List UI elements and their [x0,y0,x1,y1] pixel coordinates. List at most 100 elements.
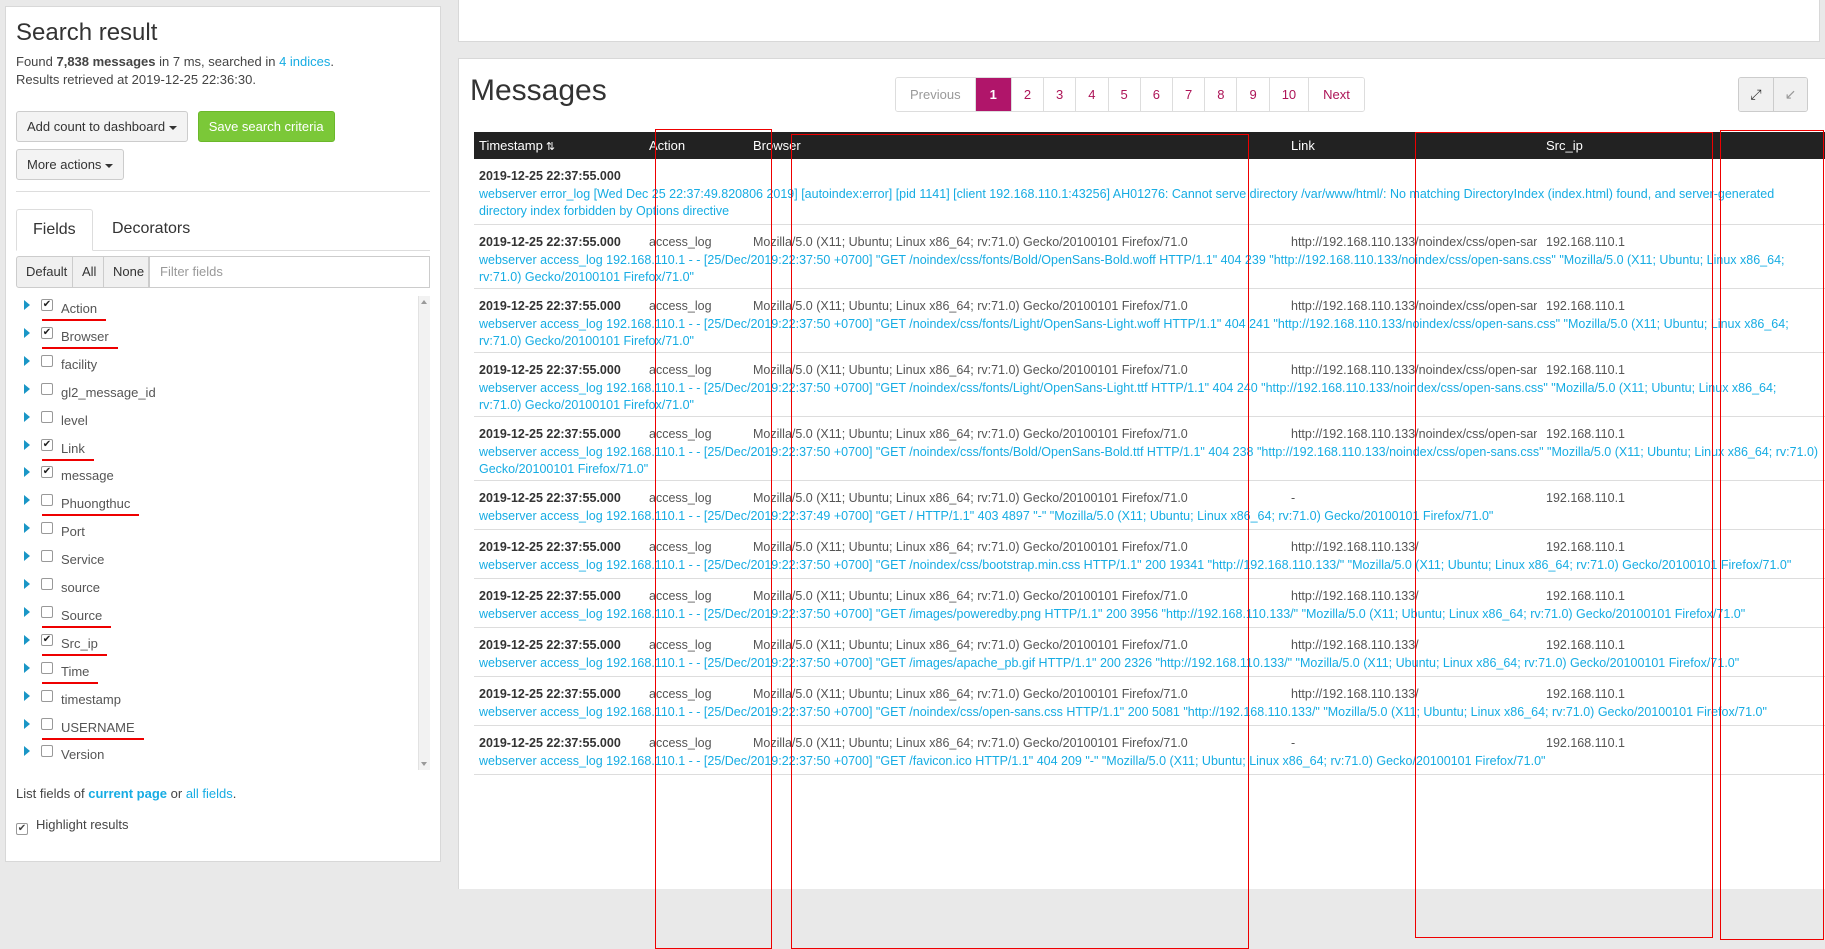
field-checkbox[interactable] [41,633,53,646]
table-row[interactable]: 2019-12-25 22:37:55.000 access_log Mozilla… [474,417,1825,481]
table-row[interactable]: 2019-12-25 22:37:55.000 access_log Mozilla… [474,481,1825,530]
page-button[interactable]: 8 [1204,78,1237,111]
page-button[interactable]: 10 [1268,78,1309,111]
field-item[interactable]: Service [16,547,416,571]
triangle-right-icon[interactable] [24,495,30,506]
triangle-right-icon[interactable] [24,634,30,645]
field-checkbox[interactable] [41,410,53,423]
page-button[interactable]: 5 [1107,78,1140,111]
table-row[interactable]: 2019-12-25 22:37:55.000 access_log Mozilla… [474,579,1825,628]
message-text[interactable]: webserver access_log 192.168.110.1 - - [… [479,655,1821,672]
triangle-right-icon[interactable] [24,327,30,338]
filter-fields-input[interactable]: Filter fields [149,256,430,288]
message-text[interactable]: webserver access_log 192.168.110.1 - - [… [479,557,1821,574]
tab-fields[interactable]: Fields [16,209,93,251]
no-fields-button[interactable]: None [103,256,149,288]
table-row[interactable]: 2019-12-25 22:37:55.000 access_log Mozilla… [474,677,1825,726]
message-text[interactable]: webserver error_log [Wed Dec 25 22:37:49… [479,186,1821,220]
page-button[interactable]: 9 [1236,78,1269,111]
message-text[interactable]: webserver access_log 192.168.110.1 - - [… [479,252,1821,286]
field-checkbox[interactable] [41,717,53,730]
field-item[interactable]: Phuongthuc [16,491,416,517]
scroll-up-icon[interactable] [421,300,427,304]
field-item[interactable]: Source [16,603,416,628]
page-button[interactable]: 3 [1043,78,1076,111]
field-checkbox[interactable] [41,382,53,395]
field-item[interactable]: message [16,463,416,487]
previous-page-button[interactable]: Previous [896,78,975,111]
field-checkbox[interactable] [41,522,53,535]
field-checkbox[interactable] [41,299,53,311]
more-actions-button[interactable]: More actions [16,149,125,180]
field-checkbox[interactable] [41,661,53,674]
collapse-icon[interactable]: ↙ [1773,78,1807,111]
triangle-right-icon[interactable] [24,551,30,562]
field-checkbox[interactable] [41,550,53,563]
table-row[interactable]: 2019-12-25 22:37:55.000 access_log Mozilla… [474,530,1825,579]
sort-icon[interactable]: ⇅ [546,134,555,161]
message-text[interactable]: webserver access_log 192.168.110.1 - - [… [479,704,1821,721]
message-text[interactable]: webserver access_log 192.168.110.1 - - [… [479,444,1821,478]
triangle-right-icon[interactable] [24,606,30,617]
table-row[interactable]: 2019-12-25 22:37:55.000 webserver error_l… [474,159,1825,225]
indices-link[interactable]: 4 indices [279,54,330,69]
message-text[interactable]: webserver access_log 192.168.110.1 - - [… [479,316,1821,350]
expand-icon[interactable]: ⤢ [1739,78,1773,111]
field-item[interactable]: source [16,575,416,599]
triangle-right-icon[interactable] [24,718,30,729]
save-search-criteria-button[interactable]: Save search criteria [197,111,335,142]
field-item[interactable]: Browser [16,324,416,349]
triangle-right-icon[interactable] [24,300,30,310]
page-button[interactable]: 1 [974,78,1011,111]
field-list-scrollbar[interactable] [418,296,430,770]
highlight-results-option[interactable]: ✔ Highlight results [16,817,129,835]
table-row[interactable]: 2019-12-25 22:37:55.000 access_log Mozilla… [474,628,1825,677]
column-header-timestamp[interactable]: Timestamp ⇅ [479,132,555,161]
table-row[interactable]: 2019-12-25 22:37:55.000 access_log Mozilla… [474,726,1825,775]
scroll-down-icon[interactable] [421,762,427,766]
field-checkbox[interactable] [41,466,53,479]
field-checkbox[interactable] [41,745,53,758]
message-text[interactable]: webserver access_log 192.168.110.1 - - [… [479,380,1821,414]
field-item[interactable]: USERNAME [16,715,416,740]
triangle-right-icon[interactable] [24,579,30,589]
field-checkbox[interactable] [41,578,53,590]
add-count-to-dashboard-button[interactable]: Add count to dashboard [16,111,189,142]
triangle-right-icon[interactable] [24,383,30,394]
column-header-link[interactable]: Link [1291,132,1315,159]
field-item[interactable]: Action [16,296,416,321]
highlight-checkbox[interactable]: ✔ [16,823,28,835]
field-item[interactable]: level [16,408,416,432]
all-fields-button[interactable]: All [72,256,104,288]
column-header-action[interactable]: Action [649,132,685,159]
page-button[interactable]: 4 [1075,78,1108,111]
all-fields-link[interactable]: all fields [186,786,233,801]
triangle-right-icon[interactable] [24,467,30,478]
table-row[interactable]: 2019-12-25 22:37:55.000 access_log Mozilla… [474,353,1825,417]
field-checkbox[interactable] [41,605,53,618]
field-item[interactable]: Time [16,659,416,684]
field-item[interactable]: timestamp [16,687,416,711]
field-item[interactable]: Link [16,436,416,461]
column-header-browser[interactable]: Browser [753,132,801,159]
column-header-src-ip[interactable]: Src_ip [1546,132,1583,159]
triangle-right-icon[interactable] [24,746,30,757]
field-item[interactable]: Src_ip [16,631,416,656]
field-checkbox[interactable] [41,326,53,339]
table-row[interactable]: 2019-12-25 22:37:55.000 access_log Mozilla… [474,225,1825,289]
message-text[interactable]: webserver access_log 192.168.110.1 - - [… [479,508,1821,525]
page-button[interactable]: 6 [1139,78,1172,111]
field-checkbox[interactable] [41,438,53,451]
triangle-right-icon[interactable] [24,439,30,450]
triangle-right-icon[interactable] [24,411,30,422]
page-button[interactable]: 2 [1010,78,1044,111]
current-page-link[interactable]: current page [88,786,167,801]
next-page-button[interactable]: Next [1308,78,1364,111]
table-row[interactable]: 2019-12-25 22:37:55.000 access_log Mozilla… [474,289,1825,353]
message-text[interactable]: webserver access_log 192.168.110.1 - - [… [479,753,1821,770]
triangle-right-icon[interactable] [24,690,30,701]
triangle-right-icon[interactable] [24,662,30,673]
field-checkbox[interactable] [41,689,53,702]
field-item[interactable]: gl2_message_id [16,380,416,404]
field-checkbox[interactable] [41,494,53,507]
